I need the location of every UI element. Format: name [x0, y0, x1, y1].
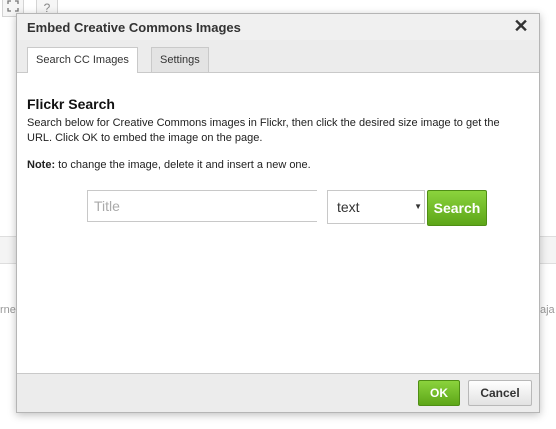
section-heading: Flickr Search — [27, 96, 115, 112]
search-type-select[interactable]: text ▼ — [327, 190, 425, 224]
dialog-footer: OK Cancel — [17, 373, 539, 412]
search-type-value: text — [337, 199, 360, 215]
cancel-button[interactable]: Cancel — [468, 380, 532, 406]
search-button[interactable]: Search — [427, 190, 487, 226]
tabs-bar: Search CC Images Settings — [17, 40, 539, 73]
note-text: to change the image, delete it and inser… — [55, 159, 311, 171]
note-label: Note: — [27, 159, 56, 171]
tab-search-cc-images[interactable]: Search CC Images — [27, 47, 138, 73]
embed-cc-dialog: Embed Creative Commons Images ✕ Search C… — [16, 13, 540, 413]
section-description: Search below for Creative Commons images… — [27, 117, 500, 144]
close-icon[interactable]: ✕ — [513, 16, 529, 36]
tab-settings[interactable]: Settings — [151, 47, 209, 72]
dialog-content: Flickr Search Search below for Creative … — [27, 84, 525, 226]
editor-text-fragment-right: aja — [540, 304, 555, 316]
dialog-titlebar: Embed Creative Commons Images ✕ — [17, 14, 539, 40]
note-line: Note: to change the image, delete it and… — [27, 159, 525, 171]
ok-button[interactable]: OK — [418, 380, 460, 406]
editor-text-fragment-left: rne — [0, 304, 16, 316]
title-search-input[interactable] — [87, 190, 317, 222]
dialog-title: Embed Creative Commons Images — [27, 20, 241, 35]
fullscreen-icon-glyph — [7, 0, 19, 12]
caret-down-icon: ▼ — [414, 202, 422, 211]
